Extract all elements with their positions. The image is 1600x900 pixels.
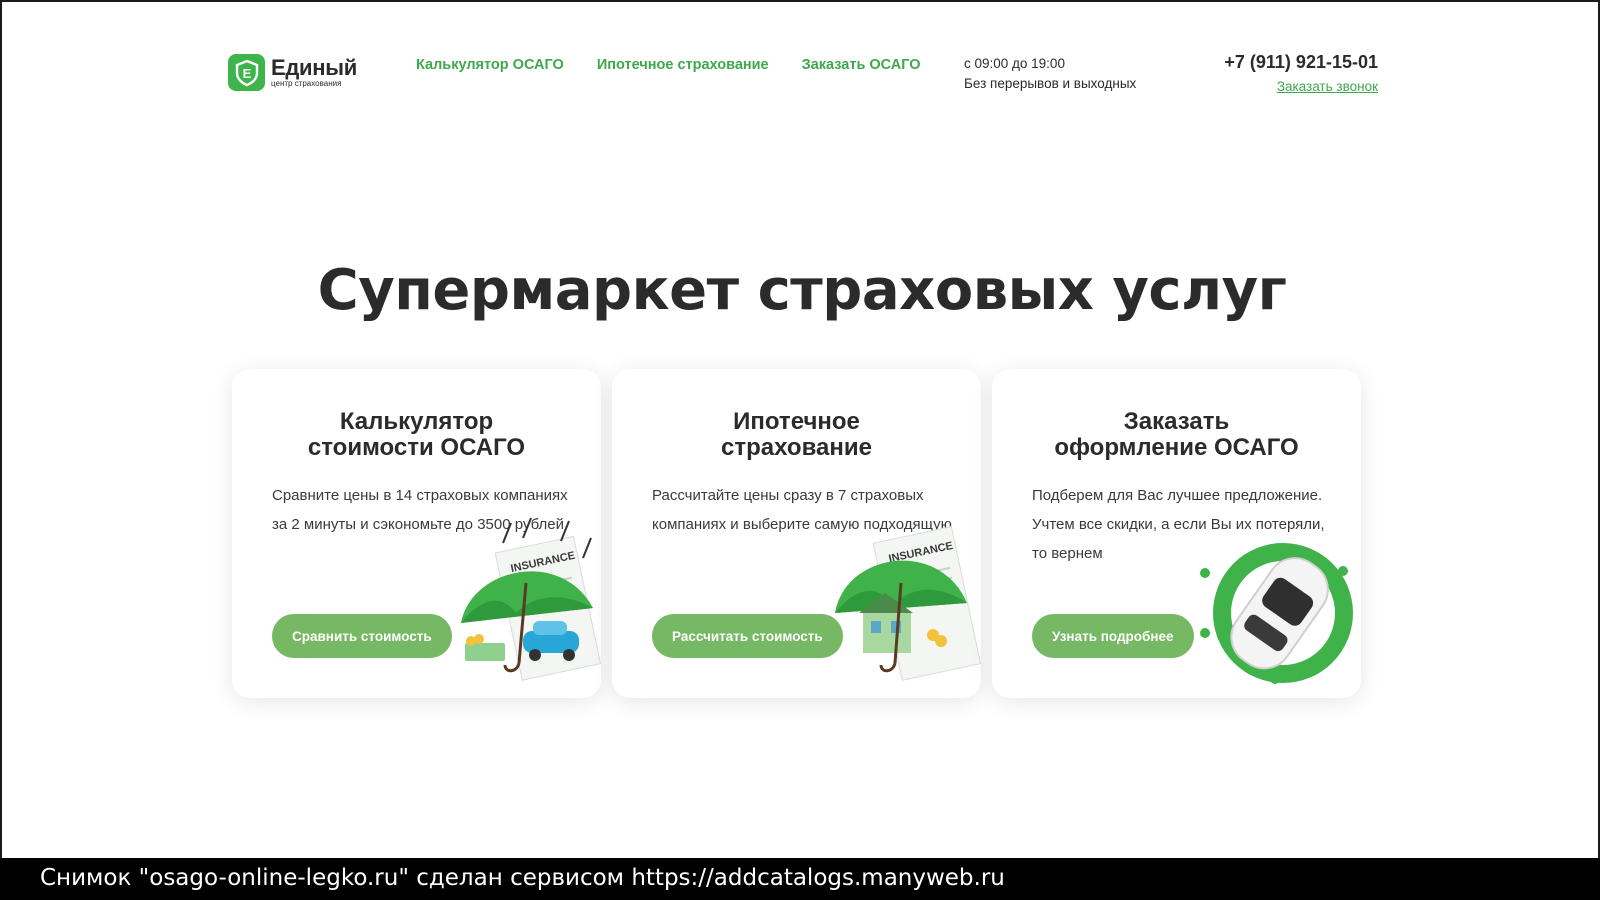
nav-link-mortgage-insurance[interactable]: Ипотечное страхование [597,57,769,73]
calculate-price-button[interactable]: Рассчитать стоимость [652,614,843,658]
logo-name: Единый [271,55,357,80]
screenshot-caption-bar: Снимок "osago-online-legko.ru" сделан се… [0,858,1600,900]
phone-number[interactable]: +7 (911) 921-15-01 [1224,52,1378,73]
page-title: Супермаркет страховых услуг [317,258,1287,323]
compare-price-button[interactable]: Сравнить стоимость [272,614,452,658]
card-title: Заказать оформление ОСАГО [1054,408,1299,461]
logo[interactable]: Е Единый центр страхования [228,54,357,91]
working-hours: с 09:00 до 19:00 Без перерывов и выходны… [964,54,1136,94]
nav-link-order-osago[interactable]: Заказать ОСАГО [802,57,921,73]
main-nav: Калькулятор ОСАГО Ипотечное страхование … [416,57,921,73]
card-title: Калькулятор стоимости ОСАГО [307,408,526,461]
card-title: Ипотечное страхование [721,408,872,461]
card-order-osago: Заказать оформление ОСАГО Подберем для В… [992,369,1361,698]
card-mortgage-insurance: Ипотечное страхование Рассчитайте цены с… [612,369,981,698]
svg-text:Е: Е [242,66,251,81]
card-osago-calculator: Калькулятор стоимости ОСАГО Сравните цен… [232,369,601,698]
contact-block: +7 (911) 921-15-01 Заказать звонок [1224,52,1378,96]
shield-logo-icon: Е [228,54,265,91]
site-header: Е Единый центр страхования Калькулятор О… [228,50,1378,100]
umbrella-car-icon: INSURANCE [441,513,601,698]
order-callback-link[interactable]: Заказать звонок [1277,79,1378,94]
screenshot-caption: Снимок "osago-online-legko.ru" сделан се… [40,865,1005,891]
logo-subtitle: центр страхования [271,79,342,88]
working-hours-note: Без перерывов и выходных [964,76,1137,91]
service-cards: Калькулятор стоимости ОСАГО Сравните цен… [232,369,1361,698]
umbrella-house-icon: INSURANCE [821,513,981,698]
learn-more-button[interactable]: Узнать подробнее [1032,614,1194,658]
nav-link-osago-calculator[interactable]: Калькулятор ОСАГО [416,57,564,73]
working-hours-time: с 09:00 до 19:00 [964,56,1065,71]
page-frame: Е Единый центр страхования Калькулятор О… [0,0,1600,858]
white-car-icon [1191,533,1361,698]
